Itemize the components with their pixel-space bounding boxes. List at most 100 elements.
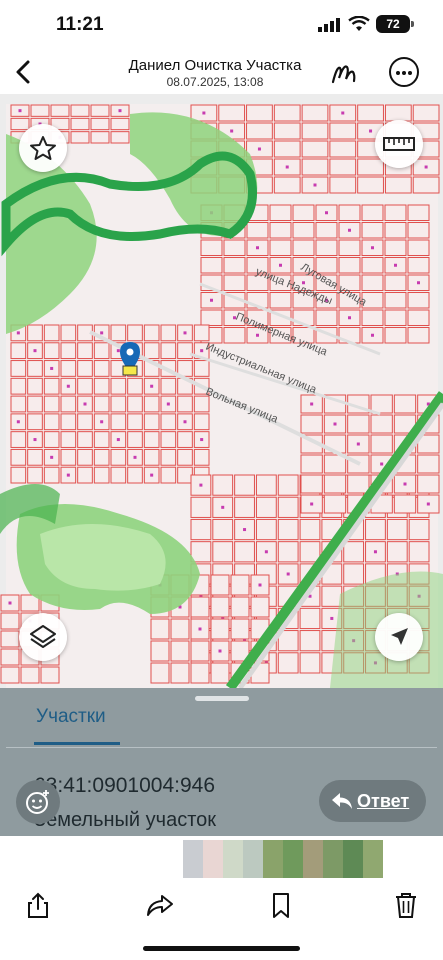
parcel <box>393 494 417 514</box>
photo-thumbnail[interactable] <box>263 840 283 878</box>
header-title-block[interactable]: Даниел Очистка Участка 08.07.2025, 13:08 <box>100 57 330 89</box>
parcel <box>299 652 321 674</box>
cadastral-map[interactable]: Луговая улица улица Надежды Полимерная у… <box>0 94 443 688</box>
measure-button[interactable] <box>375 120 423 168</box>
parcel <box>200 239 223 256</box>
parcel <box>234 474 255 496</box>
tab-parcels[interactable]: Участки <box>36 706 106 728</box>
parcel <box>234 496 255 518</box>
back-button[interactable] <box>8 54 40 90</box>
parcel <box>301 104 329 122</box>
parcel <box>150 662 170 684</box>
parcel <box>43 466 60 484</box>
parcel <box>384 104 412 122</box>
parcel <box>77 360 93 377</box>
parcel <box>127 466 143 484</box>
emoji-reaction-button[interactable] <box>16 780 60 824</box>
parcel <box>417 474 440 494</box>
building <box>16 331 20 335</box>
parcel <box>323 494 347 514</box>
parcel <box>90 117 110 131</box>
parcel <box>269 222 292 239</box>
locate-button[interactable] <box>375 613 423 661</box>
photo-thumbnail[interactable] <box>223 840 243 878</box>
parcel <box>299 541 321 563</box>
parcel <box>361 204 384 221</box>
photo-thumbnail[interactable] <box>203 840 223 878</box>
parcel <box>10 448 27 466</box>
parcel <box>43 324 60 342</box>
parcel <box>386 541 408 563</box>
emoji-add-icon <box>26 790 49 814</box>
parcel <box>110 131 130 144</box>
building <box>371 333 374 337</box>
bookmark-icon[interactable] <box>266 890 296 920</box>
share-icon[interactable] <box>23 890 53 920</box>
parcel <box>93 466 110 484</box>
parcel <box>10 360 27 377</box>
parcel <box>277 496 299 518</box>
parcel <box>77 466 93 484</box>
building <box>183 420 187 424</box>
layers-button[interactable] <box>19 613 67 661</box>
photo-thumbnail[interactable] <box>183 840 203 878</box>
wifi-icon <box>348 16 370 31</box>
building <box>371 246 374 250</box>
parcel <box>315 309 338 326</box>
parcel <box>160 431 177 448</box>
parcel <box>370 394 393 414</box>
photo-thumbnail[interactable] <box>243 840 263 878</box>
photo-thumbnail[interactable] <box>363 840 383 878</box>
parcel <box>329 140 357 158</box>
reply-button[interactable]: Ответ <box>319 780 426 822</box>
parcel <box>110 466 127 484</box>
divider <box>6 747 437 748</box>
parcel <box>408 541 430 563</box>
photo-thumbnail[interactable] <box>283 840 303 878</box>
reply-button-label: Ответ <box>357 791 410 811</box>
parcel <box>329 176 357 194</box>
building <box>18 109 22 113</box>
forward-icon[interactable] <box>145 890 175 920</box>
parcel <box>338 204 361 221</box>
parcel <box>384 274 407 291</box>
parcel <box>384 292 407 309</box>
parcel <box>193 448 210 466</box>
parcel <box>110 117 130 131</box>
parcel <box>60 324 77 342</box>
building <box>200 438 204 442</box>
building <box>202 111 206 115</box>
parcel <box>361 274 384 291</box>
parcel <box>77 377 93 395</box>
parcel <box>200 309 223 326</box>
trash-icon[interactable] <box>391 890 421 920</box>
map-canvas[interactable]: Луговая улица улица Надежды Полимерная у… <box>0 94 443 688</box>
parcel <box>323 454 347 474</box>
parcel <box>190 518 212 541</box>
building <box>403 482 407 486</box>
parcel <box>338 257 361 274</box>
location-pin-icon[interactable] <box>120 342 140 376</box>
building <box>243 528 247 532</box>
markup-pen-icon[interactable] <box>330 58 358 86</box>
parcel <box>10 395 27 413</box>
building <box>199 483 203 487</box>
building <box>150 384 154 388</box>
parcel <box>27 413 43 431</box>
parcel <box>143 448 160 466</box>
parcel <box>10 466 27 484</box>
photo-thumbnail[interactable] <box>343 840 363 878</box>
parcel <box>10 377 27 395</box>
parcel <box>127 377 143 395</box>
building <box>33 349 37 353</box>
parcel <box>0 648 20 666</box>
favorite-button[interactable] <box>19 124 67 172</box>
parcel <box>299 518 321 541</box>
sheet-drag-handle[interactable] <box>195 696 249 701</box>
photo-thumbnail[interactable] <box>303 840 323 878</box>
more-options-button[interactable] <box>389 57 419 87</box>
parcel <box>93 448 110 466</box>
parcel <box>255 474 277 496</box>
photo-thumbnail[interactable] <box>323 840 343 878</box>
parcel <box>329 122 357 140</box>
